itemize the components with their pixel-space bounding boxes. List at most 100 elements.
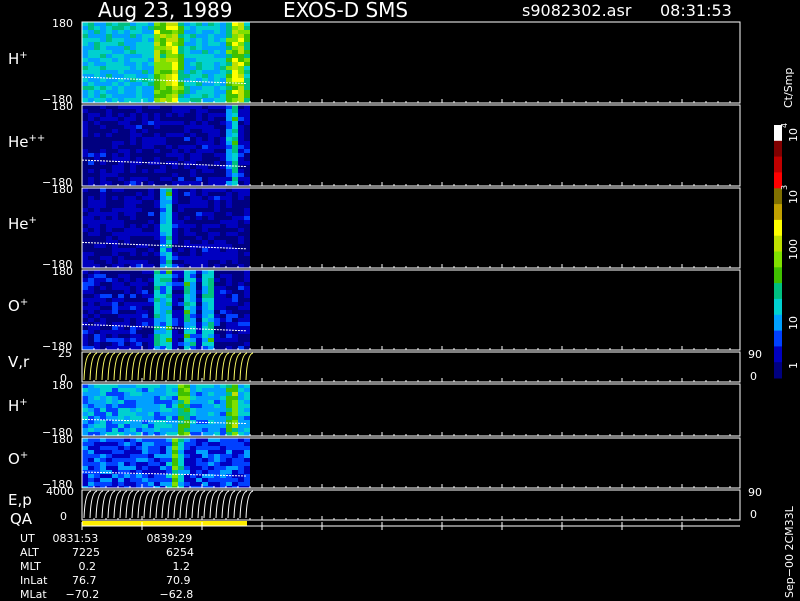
spectrogram-cell	[106, 306, 112, 310]
spectrogram-cell	[94, 424, 100, 428]
spectrogram-cell	[88, 62, 94, 66]
spectrogram-cell	[244, 244, 250, 248]
spectrogram-cell	[196, 216, 202, 220]
spectrogram-cell	[100, 248, 106, 252]
spectrogram-cell	[214, 290, 220, 294]
spectrogram-cell	[202, 306, 208, 310]
spectrogram-cell	[130, 109, 136, 113]
spectrogram-cell	[244, 74, 250, 78]
spectrogram-cell	[142, 74, 148, 78]
spectrogram-cell	[196, 42, 202, 46]
spectrogram-cell	[214, 392, 220, 396]
spectrogram-cell	[82, 270, 88, 274]
spectrogram-cell	[202, 66, 208, 70]
spectrogram-cell	[82, 30, 88, 34]
spectrogram-cell	[166, 50, 172, 54]
spectrogram-cell	[160, 141, 166, 145]
spectrogram-cell	[94, 298, 100, 302]
spectrogram-cell	[106, 462, 112, 466]
spectrogram-cell	[178, 334, 184, 338]
spectrogram-cell	[208, 46, 214, 50]
spectrogram-cell	[100, 278, 106, 282]
spectrogram-cell	[118, 228, 124, 232]
spectrogram-cell	[190, 240, 196, 244]
spectrogram-cell	[118, 458, 124, 462]
spectrogram-cell	[184, 342, 190, 346]
spectrogram-cell	[190, 396, 196, 400]
spectrogram-cell	[214, 98, 220, 102]
spectrogram-cell	[238, 466, 244, 470]
spectrogram-cell	[226, 228, 232, 232]
spectrogram-cell	[202, 384, 208, 388]
spectrogram-cell	[208, 428, 214, 432]
spectrogram-cell	[88, 109, 94, 113]
spectrogram-cell	[244, 26, 250, 30]
spectrogram-cell	[202, 34, 208, 38]
spectrogram-cell	[118, 400, 124, 404]
spectrogram-cell	[82, 82, 88, 86]
spectrogram-cell	[124, 274, 130, 278]
spectrogram-cell	[172, 220, 178, 224]
spectrogram-cell	[160, 212, 166, 216]
spectrogram-cell	[82, 286, 88, 290]
spectrogram-cell	[232, 105, 238, 109]
spectrogram-cell	[166, 165, 172, 169]
spectrogram-cell	[154, 109, 160, 113]
spectrogram-cell	[94, 58, 100, 62]
spectrogram-cell	[190, 334, 196, 338]
spectrogram-cell	[124, 26, 130, 30]
spectrogram-cell	[160, 438, 166, 442]
spectrogram-cell	[136, 165, 142, 169]
spectrogram-cell	[112, 145, 118, 149]
spectrogram-cell	[136, 62, 142, 66]
spectrogram-cell	[184, 177, 190, 181]
y-tick-top: 4000	[46, 485, 74, 498]
spectrogram-cell	[196, 173, 202, 177]
spectrogram-cell	[136, 400, 142, 404]
spectrogram-cell	[94, 46, 100, 50]
spectrogram-cell	[82, 396, 88, 400]
spectrogram-cell	[154, 396, 160, 400]
spectrogram-cell	[136, 392, 142, 396]
spectrogram-cell	[214, 424, 220, 428]
spectrogram-cell	[202, 90, 208, 94]
spectrogram-cell	[238, 450, 244, 454]
spectrogram-cell	[208, 432, 214, 436]
spectrogram-cell	[124, 141, 130, 145]
spectrogram-cell	[214, 278, 220, 282]
spectrogram-cell	[118, 165, 124, 169]
spectrogram-cell	[94, 256, 100, 260]
spectrogram-cell	[202, 165, 208, 169]
spectrogram-cell	[190, 432, 196, 436]
spectrogram-cell	[106, 153, 112, 157]
spectrogram-cell	[172, 141, 178, 145]
spectrogram-cell	[232, 74, 238, 78]
spectrogram-cell	[226, 117, 232, 121]
spectrogram-cell	[88, 346, 94, 350]
colorbar-segment	[774, 362, 782, 379]
spectrogram-cell	[82, 161, 88, 165]
spectrogram-cell	[136, 388, 142, 392]
spectrogram-cell	[118, 270, 124, 274]
spectrogram-cell	[106, 334, 112, 338]
spectrogram-cell	[112, 204, 118, 208]
spectrogram-cell	[208, 260, 214, 264]
spectrogram-cell	[160, 157, 166, 161]
spectrogram-cell	[166, 322, 172, 326]
spectrogram-cell	[118, 22, 124, 26]
y-tick-top: 180	[52, 265, 73, 278]
spectrogram-cell	[130, 290, 136, 294]
spectrogram-cell	[208, 98, 214, 102]
spectrogram-cell	[244, 70, 250, 74]
spectrogram-cell	[196, 204, 202, 208]
spectrogram-cell	[220, 145, 226, 149]
spectrogram-cell	[142, 109, 148, 113]
spectrogram-cell	[202, 54, 208, 58]
spectrogram-cell	[208, 396, 214, 400]
spectrogram-cell	[106, 286, 112, 290]
spectrogram-cell	[160, 228, 166, 232]
spectrogram-cell	[238, 240, 244, 244]
spectrogram-cell	[232, 137, 238, 141]
spectrogram-cell	[220, 34, 226, 38]
colorbar-segment	[774, 314, 782, 332]
